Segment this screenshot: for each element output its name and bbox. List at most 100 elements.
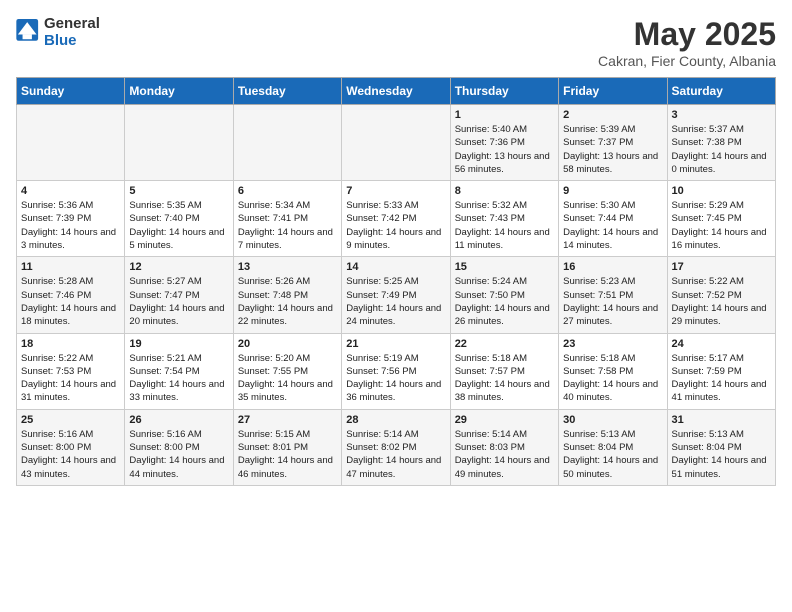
day-number: 6 bbox=[238, 185, 337, 197]
calendar-cell: 15 Sunrise: 5:24 AM Sunset: 7:50 PM Dayli… bbox=[450, 257, 558, 333]
cell-content: Sunrise: 5:16 AM Sunset: 8:00 PM Dayligh… bbox=[129, 428, 228, 481]
week-row-3: 11 Sunrise: 5:28 AM Sunset: 7:46 PM Dayli… bbox=[17, 257, 776, 333]
cell-content: Sunrise: 5:32 AM Sunset: 7:43 PM Dayligh… bbox=[455, 199, 554, 252]
calendar-cell: 26 Sunrise: 5:16 AM Sunset: 8:00 PM Dayli… bbox=[125, 409, 233, 485]
calendar-cell: 19 Sunrise: 5:21 AM Sunset: 7:54 PM Dayli… bbox=[125, 333, 233, 409]
header-row: SundayMondayTuesdayWednesdayThursdayFrid… bbox=[17, 78, 776, 105]
calendar-cell: 12Sunrise: 5:27 AM Sunset: 7:47 PM Dayli… bbox=[125, 257, 233, 333]
cell-content: Sunrise: 5:40 AM Sunset: 7:36 PM Dayligh… bbox=[455, 123, 554, 176]
day-number: 29 bbox=[455, 414, 554, 426]
day-number: 31 bbox=[672, 414, 771, 426]
calendar-cell bbox=[125, 105, 233, 181]
calendar-cell: 3 Sunrise: 5:37 AM Sunset: 7:38 PM Daylig… bbox=[667, 105, 775, 181]
logo-blue: Blue bbox=[44, 33, 100, 50]
cell-content: Sunrise: 5:22 AM Sunset: 7:53 PM Dayligh… bbox=[21, 352, 120, 405]
calendar-cell: 6 Sunrise: 5:34 AM Sunset: 7:41 PM Daylig… bbox=[233, 181, 341, 257]
day-number: 3 bbox=[672, 109, 771, 121]
cell-content: Sunrise: 5:22 AM Sunset: 7:52 PM Dayligh… bbox=[672, 275, 771, 328]
day-number: 1 bbox=[455, 109, 554, 121]
cell-content: Sunrise: 5:26 AM Sunset: 7:48 PM Dayligh… bbox=[238, 275, 337, 328]
cell-content: Sunrise: 5:29 AM Sunset: 7:45 PM Dayligh… bbox=[672, 199, 771, 252]
day-number: 20 bbox=[238, 338, 337, 350]
calendar-cell: 9 Sunrise: 5:30 AM Sunset: 7:44 PM Daylig… bbox=[559, 181, 667, 257]
cell-content: Sunrise: 5:33 AM Sunset: 7:42 PM Dayligh… bbox=[346, 199, 445, 252]
cell-content: Sunrise: 5:18 AM Sunset: 7:58 PM Dayligh… bbox=[563, 352, 662, 405]
day-number: 26 bbox=[129, 414, 228, 426]
calendar-cell bbox=[342, 105, 450, 181]
header-day-sunday: Sunday bbox=[17, 78, 125, 105]
calendar-cell: 4 Sunrise: 5:36 AM Sunset: 7:39 PM Daylig… bbox=[17, 181, 125, 257]
day-number: 17 bbox=[672, 261, 771, 273]
day-number: 11 bbox=[21, 261, 120, 273]
day-number: 28 bbox=[346, 414, 445, 426]
day-number: 4 bbox=[21, 185, 120, 197]
cell-content: Sunrise: 5:21 AM Sunset: 7:54 PM Dayligh… bbox=[129, 352, 228, 405]
cell-content: Sunrise: 5:25 AM Sunset: 7:49 PM Dayligh… bbox=[346, 275, 445, 328]
calendar-header: SundayMondayTuesdayWednesdayThursdayFrid… bbox=[17, 78, 776, 105]
header-day-tuesday: Tuesday bbox=[233, 78, 341, 105]
logo-icon bbox=[16, 19, 40, 47]
day-number: 8 bbox=[455, 185, 554, 197]
calendar-cell: 25Sunrise: 5:16 AM Sunset: 8:00 PM Dayli… bbox=[17, 409, 125, 485]
cell-content: Sunrise: 5:19 AM Sunset: 7:56 PM Dayligh… bbox=[346, 352, 445, 405]
cell-content: Sunrise: 5:15 AM Sunset: 8:01 PM Dayligh… bbox=[238, 428, 337, 481]
day-number: 30 bbox=[563, 414, 662, 426]
cell-content: Sunrise: 5:37 AM Sunset: 7:38 PM Dayligh… bbox=[672, 123, 771, 176]
calendar-cell: 31Sunrise: 5:13 AM Sunset: 8:04 PM Dayli… bbox=[667, 409, 775, 485]
day-number: 10 bbox=[672, 185, 771, 197]
header-day-friday: Friday bbox=[559, 78, 667, 105]
day-number: 22 bbox=[455, 338, 554, 350]
calendar-cell: 13Sunrise: 5:26 AM Sunset: 7:48 PM Dayli… bbox=[233, 257, 341, 333]
calendar-cell: 21 Sunrise: 5:19 AM Sunset: 7:56 PM Dayli… bbox=[342, 333, 450, 409]
calendar-cell: 24 Sunrise: 5:17 AM Sunset: 7:59 PM Dayli… bbox=[667, 333, 775, 409]
cell-content: Sunrise: 5:36 AM Sunset: 7:39 PM Dayligh… bbox=[21, 199, 120, 252]
calendar-cell: 18Sunrise: 5:22 AM Sunset: 7:53 PM Dayli… bbox=[17, 333, 125, 409]
calendar-cell: 2Sunrise: 5:39 AM Sunset: 7:37 PM Daylig… bbox=[559, 105, 667, 181]
location-title: Cakran, Fier County, Albania bbox=[598, 53, 776, 69]
day-number: 16 bbox=[563, 261, 662, 273]
calendar-cell bbox=[17, 105, 125, 181]
cell-content: Sunrise: 5:28 AM Sunset: 7:46 PM Dayligh… bbox=[21, 275, 120, 328]
day-number: 19 bbox=[129, 338, 228, 350]
title-block: May 2025 Cakran, Fier County, Albania bbox=[598, 16, 776, 69]
calendar-cell: 23 Sunrise: 5:18 AM Sunset: 7:58 PM Dayli… bbox=[559, 333, 667, 409]
day-number: 24 bbox=[672, 338, 771, 350]
cell-content: Sunrise: 5:30 AM Sunset: 7:44 PM Dayligh… bbox=[563, 199, 662, 252]
cell-content: Sunrise: 5:35 AM Sunset: 7:40 PM Dayligh… bbox=[129, 199, 228, 252]
day-number: 5 bbox=[129, 185, 228, 197]
calendar-cell: 28 Sunrise: 5:14 AM Sunset: 8:02 PM Dayli… bbox=[342, 409, 450, 485]
day-number: 25 bbox=[21, 414, 120, 426]
cell-content: Sunrise: 5:24 AM Sunset: 7:50 PM Dayligh… bbox=[455, 275, 554, 328]
week-row-4: 18Sunrise: 5:22 AM Sunset: 7:53 PM Dayli… bbox=[17, 333, 776, 409]
week-row-5: 25 Sunrise: 5:16 AM Sunset: 8:00 PM Dayli… bbox=[17, 409, 776, 485]
calendar-cell: 5 Sunrise: 5:35 AM Sunset: 7:40 PM Daylig… bbox=[125, 181, 233, 257]
logo-general: General bbox=[44, 16, 100, 33]
calendar-cell: 11 Sunrise: 5:28 AM Sunset: 7:46 PM Dayli… bbox=[17, 257, 125, 333]
cell-content: Sunrise: 5:13 AM Sunset: 8:04 PM Dayligh… bbox=[563, 428, 662, 481]
cell-content: Sunrise: 5:14 AM Sunset: 8:02 PM Dayligh… bbox=[346, 428, 445, 481]
calendar-cell: 10 Sunrise: 5:29 AM Sunset: 7:45 PM Dayli… bbox=[667, 181, 775, 257]
calendar-table: SundayMondayTuesdayWednesdayThursdayFrid… bbox=[16, 77, 776, 486]
header-day-wednesday: Wednesday bbox=[342, 78, 450, 105]
day-number: 2 bbox=[563, 109, 662, 121]
day-number: 21 bbox=[346, 338, 445, 350]
cell-content: Sunrise: 5:17 AM Sunset: 7:59 PM Dayligh… bbox=[672, 352, 771, 405]
day-number: 23 bbox=[563, 338, 662, 350]
month-title: May 2025 bbox=[598, 16, 776, 53]
cell-content: Sunrise: 5:18 AM Sunset: 7:57 PM Dayligh… bbox=[455, 352, 554, 405]
calendar-cell bbox=[233, 105, 341, 181]
cell-content: Sunrise: 5:34 AM Sunset: 7:41 PM Dayligh… bbox=[238, 199, 337, 252]
cell-content: Sunrise: 5:20 AM Sunset: 7:55 PM Dayligh… bbox=[238, 352, 337, 405]
cell-content: Sunrise: 5:14 AM Sunset: 8:03 PM Dayligh… bbox=[455, 428, 554, 481]
day-number: 9 bbox=[563, 185, 662, 197]
day-number: 15 bbox=[455, 261, 554, 273]
calendar-cell: 27 Sunrise: 5:15 AM Sunset: 8:01 PM Dayli… bbox=[233, 409, 341, 485]
calendar-cell: 22 Sunrise: 5:18 AM Sunset: 7:57 PM Dayli… bbox=[450, 333, 558, 409]
calendar-cell: 20 Sunrise: 5:20 AM Sunset: 7:55 PM Dayli… bbox=[233, 333, 341, 409]
day-number: 27 bbox=[238, 414, 337, 426]
calendar-cell: 16Sunrise: 5:23 AM Sunset: 7:51 PM Dayli… bbox=[559, 257, 667, 333]
week-row-2: 4 Sunrise: 5:36 AM Sunset: 7:39 PM Daylig… bbox=[17, 181, 776, 257]
calendar-cell: 1 Sunrise: 5:40 AM Sunset: 7:36 PM Daylig… bbox=[450, 105, 558, 181]
day-number: 7 bbox=[346, 185, 445, 197]
day-number: 14 bbox=[346, 261, 445, 273]
